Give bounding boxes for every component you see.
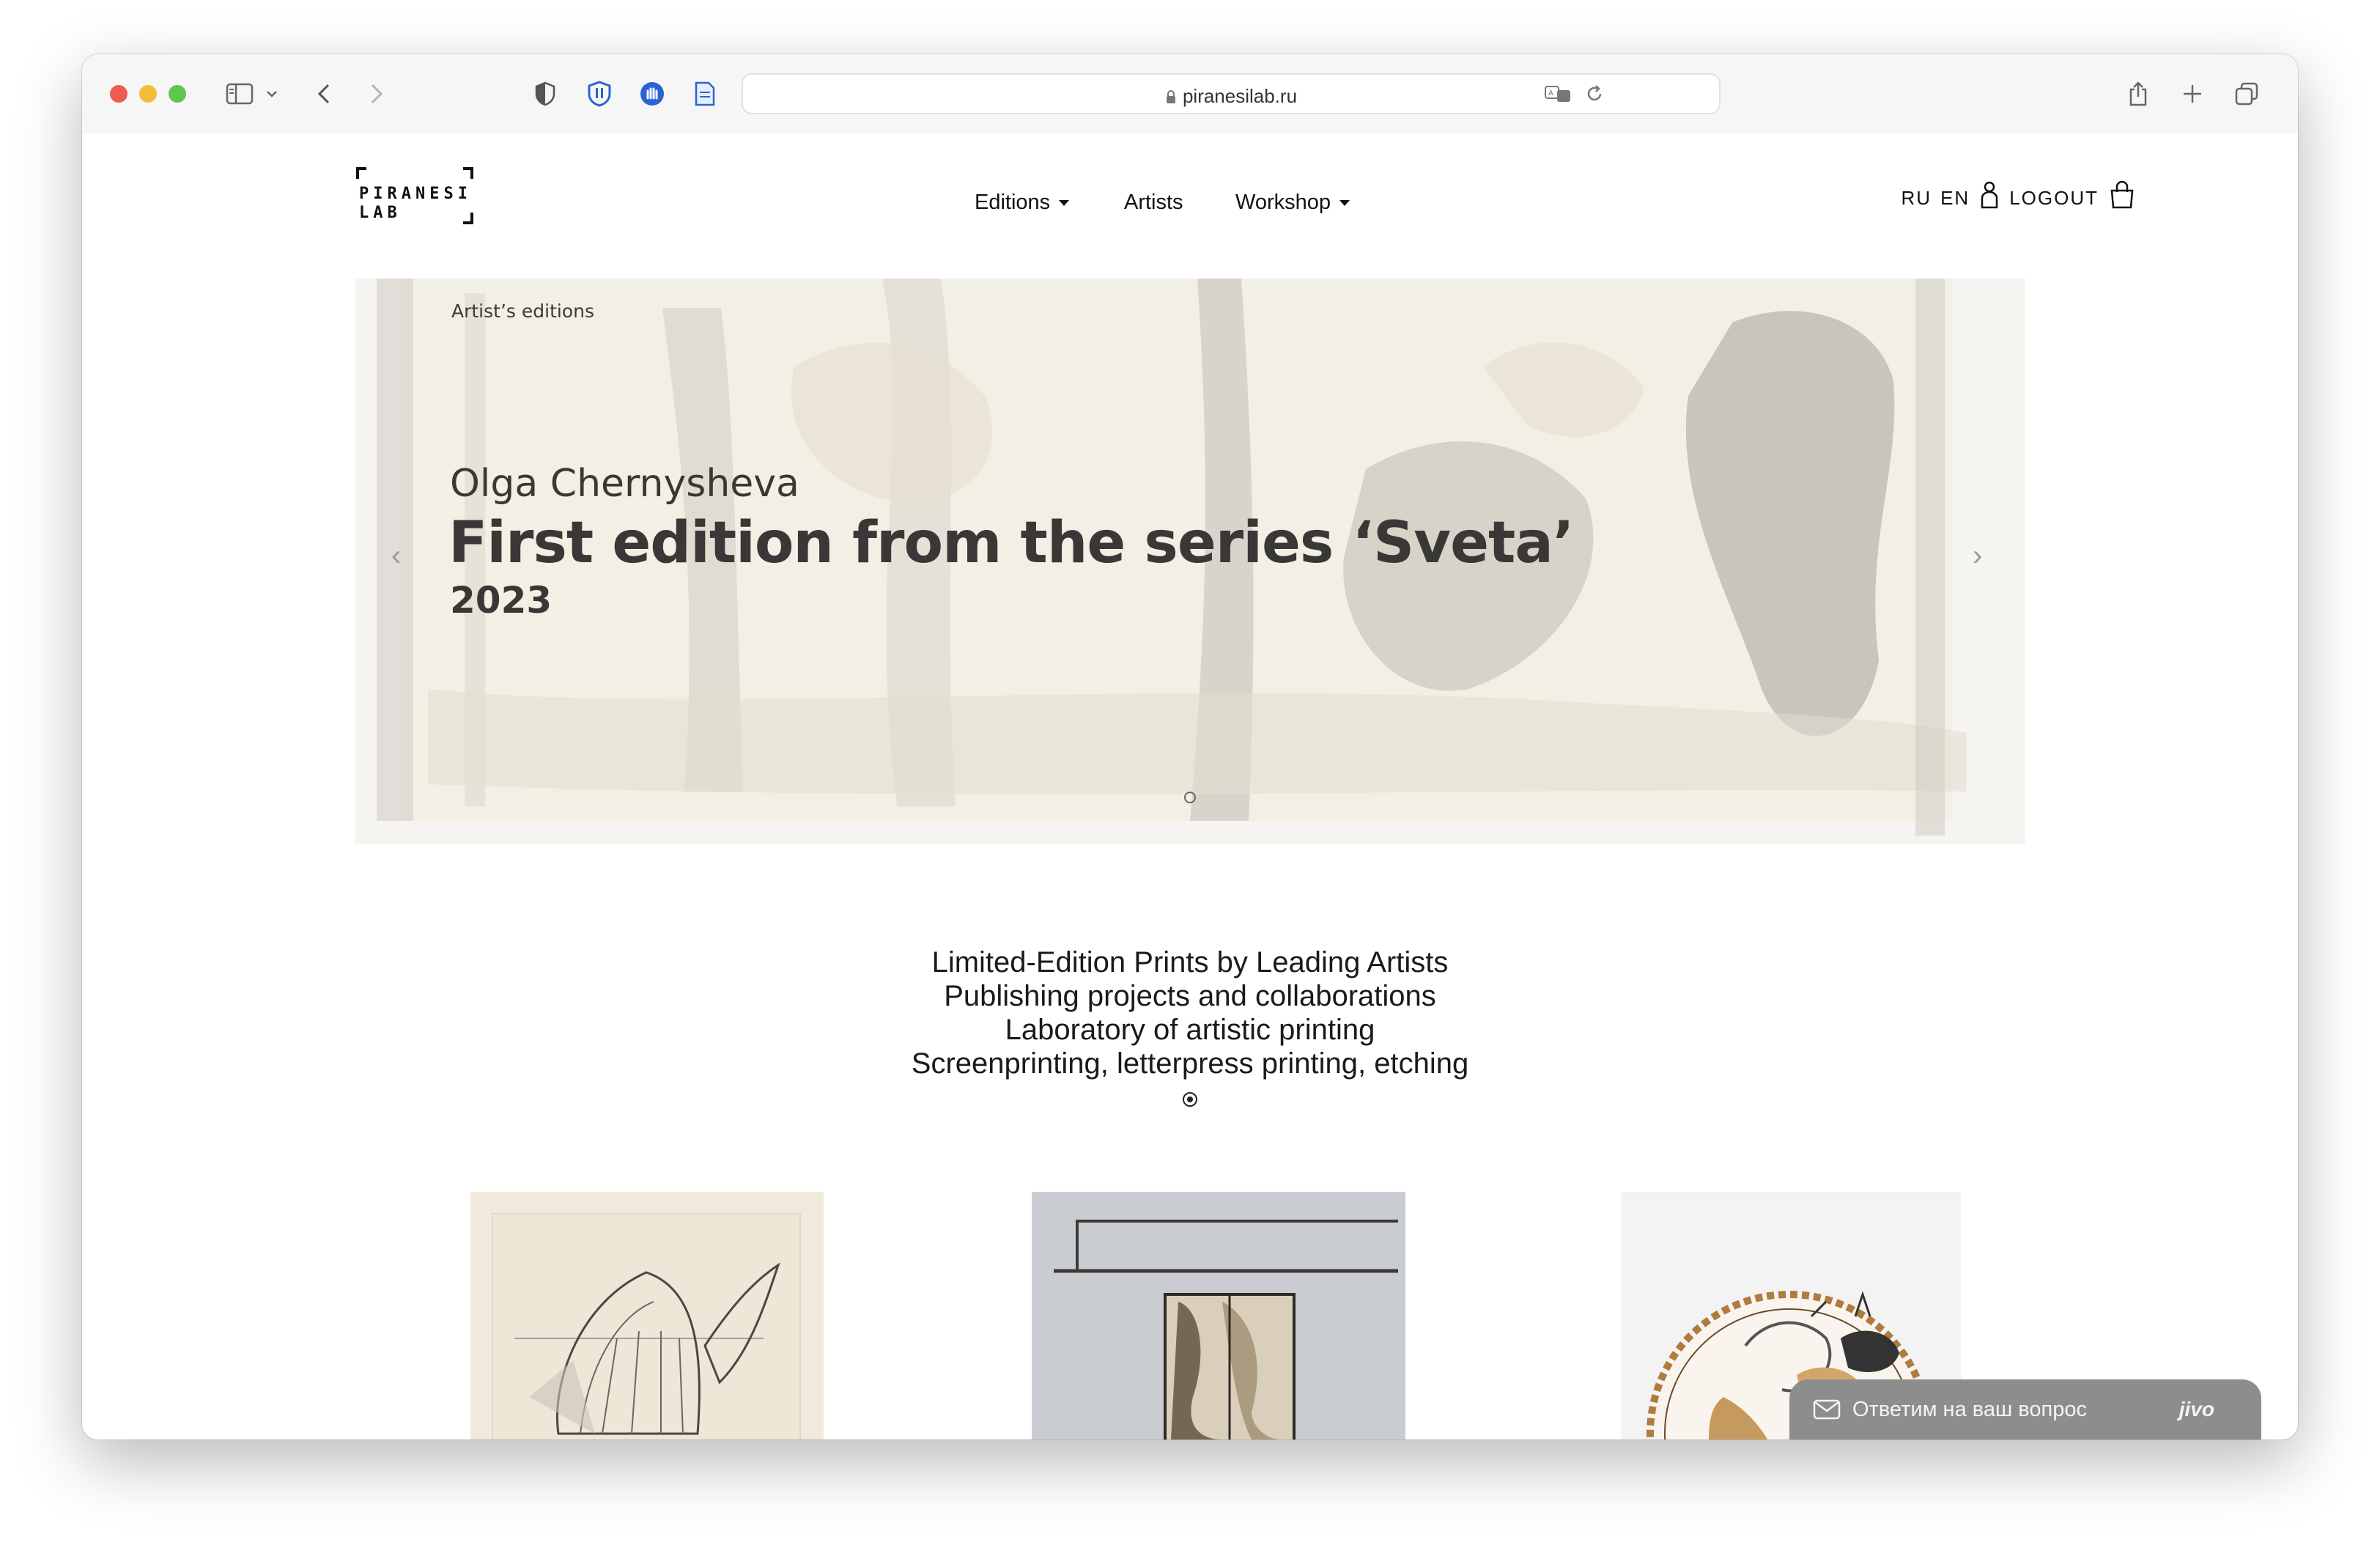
close-window-button[interactable] bbox=[110, 85, 128, 103]
hero-slider[interactable]: Artist’s editions Olga Chernysheva First… bbox=[355, 279, 2025, 844]
hero-prev-arrow[interactable]: ‹ bbox=[391, 539, 401, 572]
adblock-hand-icon[interactable] bbox=[636, 75, 668, 113]
tagline-2: Publishing projects and collaborations bbox=[944, 980, 1436, 1012]
logout-link[interactable]: LOGOUT bbox=[2009, 187, 2099, 210]
product-image-1 bbox=[492, 1213, 801, 1440]
bitwarden-icon[interactable] bbox=[583, 75, 616, 113]
hero-tag: Artist’s editions bbox=[451, 301, 594, 322]
zoom-window-button[interactable] bbox=[169, 85, 186, 103]
minimize-window-button[interactable] bbox=[139, 85, 157, 103]
tagline-1: Limited-Edition Prints by Leading Artist… bbox=[931, 946, 1449, 978]
account-nav: RU EN LOGOUT bbox=[1902, 180, 2135, 210]
browser-toolbar: piranesilab.ru A bbox=[82, 54, 2298, 135]
lang-ru-link[interactable]: RU bbox=[1902, 187, 1932, 210]
mail-icon bbox=[1813, 1399, 1841, 1420]
logo-line2: LAB bbox=[359, 204, 402, 222]
hero-year: 2023 bbox=[450, 579, 552, 622]
chat-label: Ответим на ваш вопрос bbox=[1852, 1397, 2087, 1421]
hero-title: First edition from the series ‘Sveta’ bbox=[448, 510, 1575, 576]
logo-line1: PIRANESI bbox=[359, 185, 472, 203]
tagline-4: Screenprinting, letterpress printing, et… bbox=[911, 1047, 1469, 1080]
web-page: PIRANESI LAB Editions Artists Workshop R… bbox=[82, 133, 2298, 1440]
url-label: piranesilab.ru bbox=[1182, 85, 1298, 107]
hero-artist-name: Olga Chernysheva bbox=[450, 462, 799, 506]
share-icon[interactable] bbox=[2122, 75, 2154, 113]
sidebar-toggle-icon[interactable] bbox=[221, 75, 258, 113]
user-icon[interactable] bbox=[1980, 180, 1999, 210]
cart-icon[interactable] bbox=[2109, 180, 2135, 210]
lang-en-link[interactable]: EN bbox=[1940, 187, 1970, 210]
reload-icon[interactable] bbox=[1578, 78, 1611, 110]
forward-icon[interactable] bbox=[362, 75, 391, 113]
tab-overview-icon[interactable] bbox=[2231, 75, 2263, 113]
nav-artists-label: Artists bbox=[1124, 191, 1183, 214]
nav-editions[interactable]: Editions bbox=[975, 191, 1070, 215]
chevron-down-icon[interactable] bbox=[261, 75, 283, 113]
product-card-1[interactable] bbox=[470, 1192, 824, 1440]
lock-icon bbox=[1166, 90, 1175, 103]
back-icon[interactable] bbox=[309, 75, 339, 113]
jivo-brand-logo: jivo bbox=[2178, 1398, 2214, 1420]
product-card-2[interactable] bbox=[1032, 1192, 1405, 1440]
nav-artists[interactable]: Artists bbox=[1124, 191, 1183, 215]
site-logo[interactable]: PIRANESI LAB bbox=[356, 167, 473, 224]
tagline-3: Laboratory of artistic printing bbox=[1005, 1014, 1375, 1046]
chat-widget[interactable]: Ответим на ваш вопрос jivo bbox=[1789, 1379, 2261, 1440]
address-bar[interactable]: piranesilab.ru A bbox=[742, 73, 1721, 114]
product-image-2 bbox=[1032, 1192, 1405, 1440]
browser-window: piranesilab.ru A PIRANESI LAB Editions A… bbox=[82, 54, 2298, 1440]
nav-workshop-label: Workshop bbox=[1235, 191, 1331, 214]
new-tab-icon[interactable] bbox=[2176, 75, 2209, 113]
scroll-down-icon[interactable] bbox=[1183, 1092, 1197, 1107]
notes-doc-icon[interactable] bbox=[689, 75, 721, 113]
slider-dot[interactable] bbox=[1184, 792, 1196, 803]
tagline-block: Limited-Edition Prints by Leading Artist… bbox=[82, 946, 2298, 1114]
nav-workshop[interactable]: Workshop bbox=[1235, 191, 1350, 215]
caret-down-icon bbox=[1339, 199, 1350, 206]
nav-editions-label: Editions bbox=[975, 191, 1051, 214]
privacy-shield-icon[interactable] bbox=[531, 75, 560, 113]
hero-next-arrow[interactable]: › bbox=[1973, 539, 1982, 572]
caret-down-icon bbox=[1059, 199, 1070, 206]
svg-text:A: A bbox=[1548, 89, 1553, 97]
translate-icon[interactable]: A bbox=[1542, 78, 1574, 110]
